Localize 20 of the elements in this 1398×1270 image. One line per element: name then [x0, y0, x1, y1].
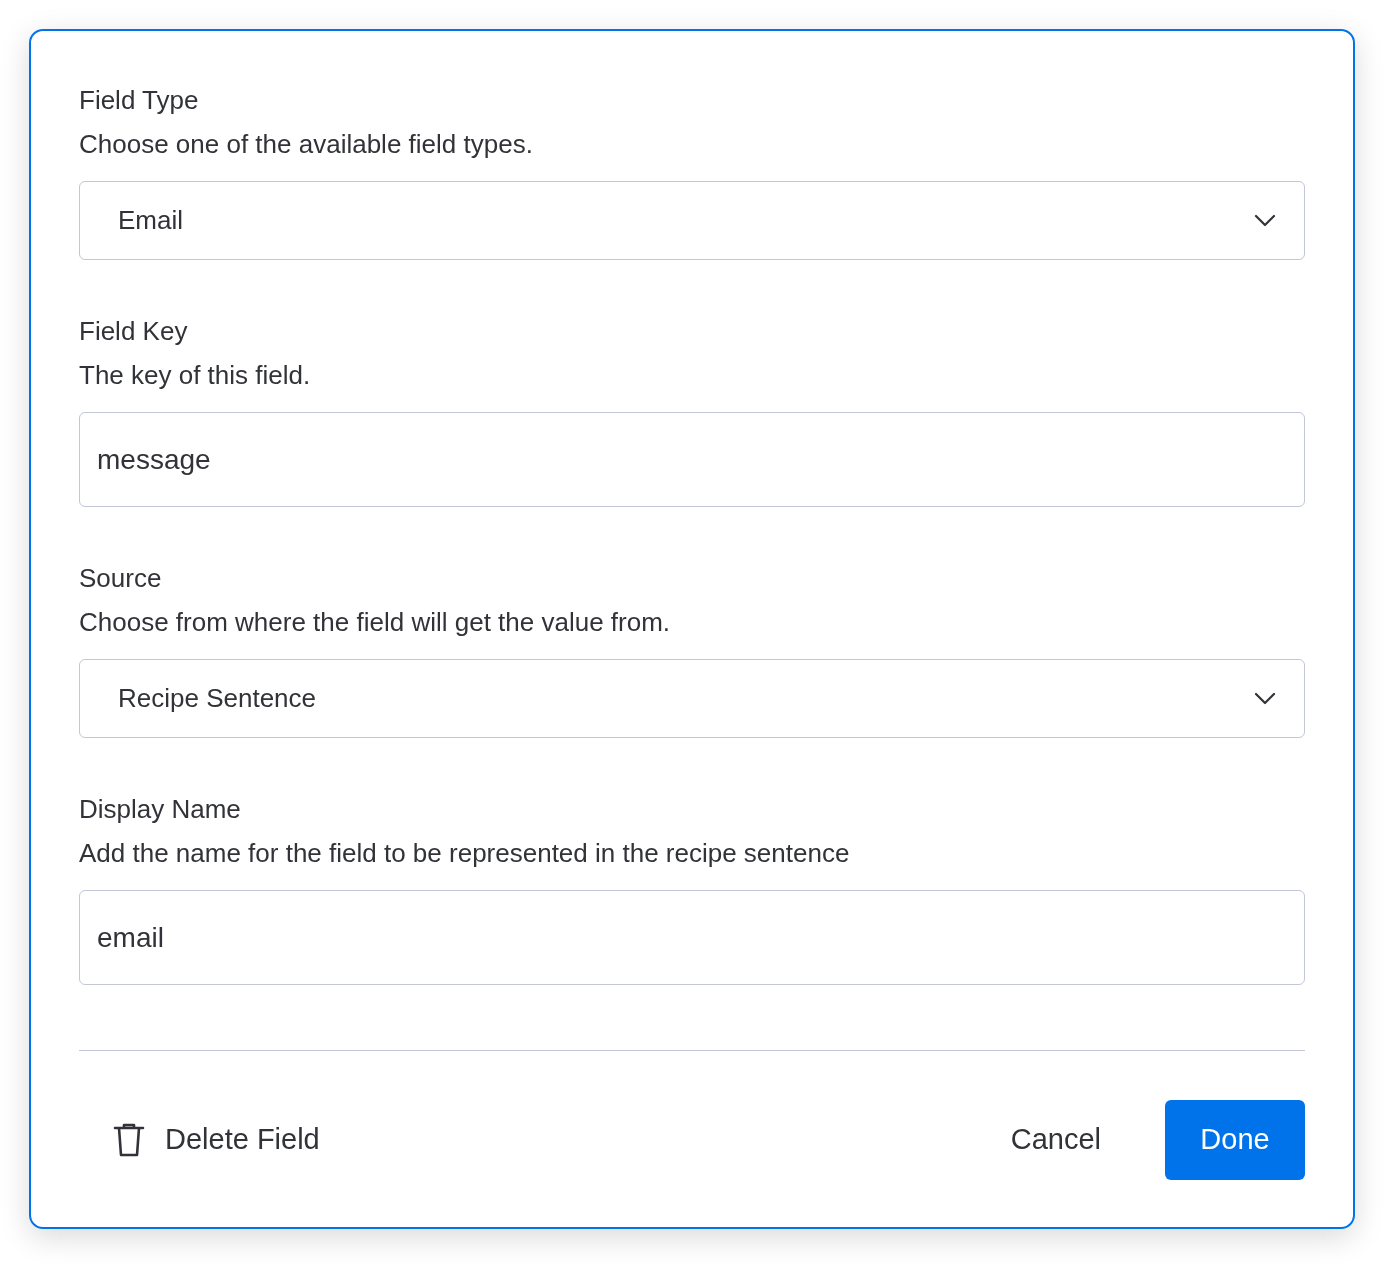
chevron-down-icon [1254, 691, 1276, 706]
field-description: Choose from where the field will get the value from. [79, 606, 672, 639]
select-value: Email [118, 204, 183, 237]
select-field[interactable]: Email [79, 181, 1305, 260]
trash-icon [113, 1123, 145, 1157]
field-label: Field Key [79, 315, 189, 348]
field-description: Choose one of the available field types. [79, 128, 534, 161]
delete-field-button[interactable]: Delete Field [79, 1100, 354, 1180]
field-description: The key of this field. [79, 359, 312, 392]
select-value: Recipe Sentence [118, 682, 317, 715]
field-label: Field Type [79, 84, 200, 117]
field-label: Source [79, 562, 163, 595]
select-field[interactable]: Recipe Sentence [79, 659, 1305, 738]
done-button[interactable]: Done [1165, 1100, 1305, 1180]
input-field[interactable]: message [79, 412, 1305, 507]
field-description: Add the name for the field to be represented in the recipe sentence [79, 837, 851, 870]
input-field[interactable]: email [79, 890, 1305, 985]
cancel-button[interactable]: Cancel [978, 1100, 1133, 1180]
field-label: Display Name [79, 793, 242, 826]
chevron-down-icon [1254, 213, 1276, 228]
